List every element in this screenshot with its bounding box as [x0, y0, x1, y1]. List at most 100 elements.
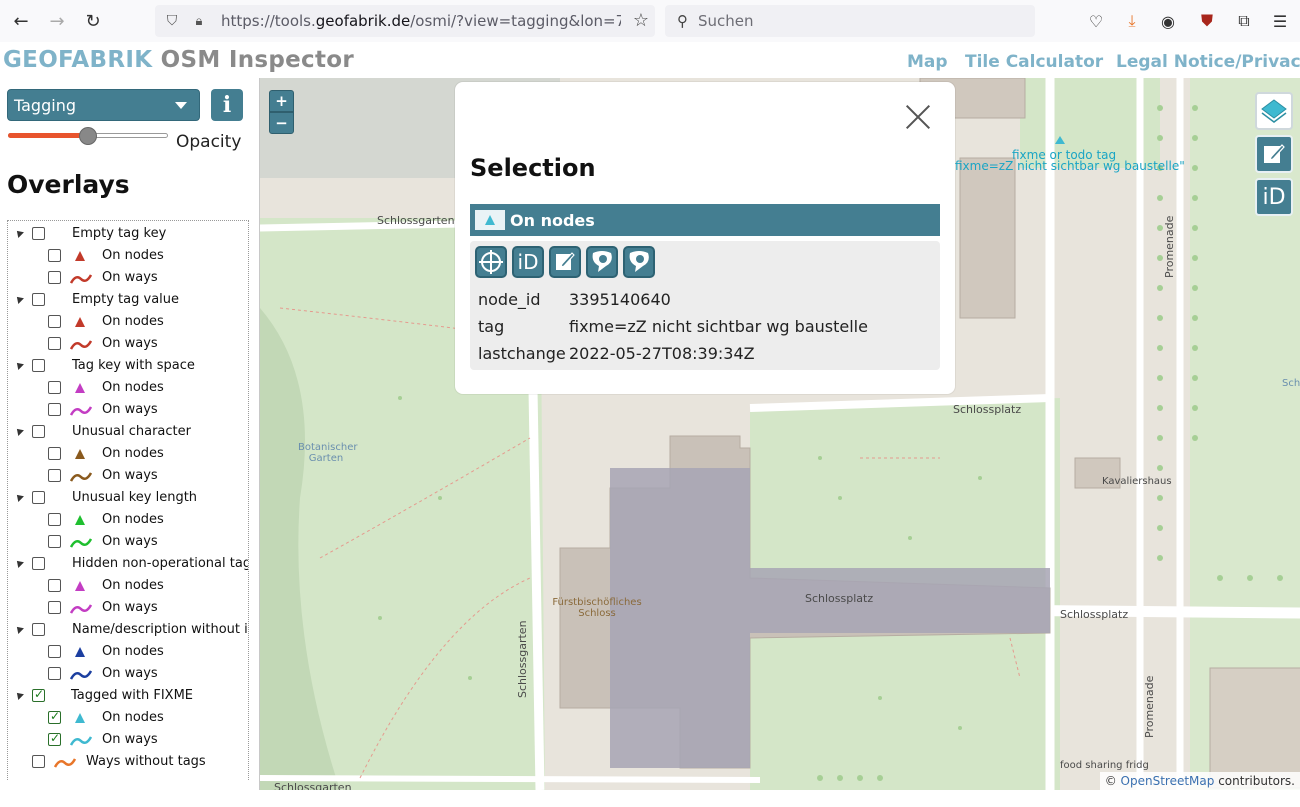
overlay-item-checkbox[interactable] — [32, 755, 45, 768]
back-icon[interactable]: ← — [7, 7, 35, 35]
overlay-nodes-item: On nodes — [8, 509, 248, 531]
chevron-down-icon[interactable] — [14, 690, 24, 700]
shield-icon[interactable]: ⛉ — [163, 13, 181, 29]
node-triangle-icon — [75, 713, 85, 723]
url-bar[interactable]: ⛉ 🔒︎ https://tools.geofabrik.de/osmi/?vi… — [155, 5, 655, 37]
overlay-group-checkbox[interactable] — [32, 425, 45, 438]
edit-josm-button[interactable] — [1255, 135, 1293, 173]
overlay-ways-checkbox[interactable] — [48, 667, 61, 680]
overlay-ways-checkbox[interactable] — [48, 271, 61, 284]
account-icon[interactable]: ◉ — [1157, 10, 1179, 32]
overlay-group-checkbox[interactable] — [32, 227, 45, 240]
node-triangle-icon — [75, 317, 85, 327]
chevron-down-icon[interactable] — [14, 360, 24, 370]
note-icon — [629, 251, 649, 272]
map-label: Promenade — [1163, 215, 1176, 278]
node-triangle-icon — [75, 251, 85, 261]
edit-icon — [1264, 144, 1285, 163]
nav-link-tile-calculator[interactable]: Tile Calculator — [965, 52, 1103, 72]
overlay-ways-checkbox[interactable] — [48, 403, 61, 416]
map-label: Fürstbischöfliches Schloss — [552, 597, 642, 619]
chevron-down-icon[interactable] — [14, 492, 24, 502]
layers-icon — [1261, 99, 1287, 123]
brand-logo[interactable]: GEOFABRIK OSM Inspector — [3, 47, 354, 73]
overlay-ways-checkbox[interactable] — [48, 731, 61, 746]
openstreetmap-link[interactable]: OpenStreetMap — [1121, 774, 1215, 788]
overlay-nodes-checkbox[interactable] — [48, 709, 61, 724]
overlay-ways-checkbox[interactable] — [48, 337, 61, 350]
overlay-group-label: Unusual key length — [72, 490, 198, 505]
chevron-down-icon[interactable] — [14, 558, 24, 568]
note-button-1[interactable] — [586, 246, 618, 278]
zoom-out-button[interactable]: − — [269, 112, 294, 134]
reload-icon[interactable]: ↻ — [79, 7, 107, 35]
nav-link-map[interactable]: Map — [907, 52, 948, 72]
map-label: Schlossgarten — [516, 620, 529, 698]
overlay-group-label: Empty tag value — [72, 292, 180, 307]
overlay-nodes-checkbox[interactable] — [48, 315, 61, 328]
edit-josm-action-button[interactable] — [549, 246, 581, 278]
overlay-nodes-label: On nodes — [102, 710, 164, 725]
overlay-group-checkbox[interactable] — [32, 293, 45, 306]
overlay-ways-label: On ways — [102, 336, 158, 351]
overlay-group-checkbox[interactable] — [32, 557, 45, 570]
browser-toolbar: ← → ↻ ⛉ 🔒︎ https://tools.geofabrik.de/os… — [0, 0, 1300, 42]
overlay-item: Ways without tags — [8, 751, 248, 773]
slider-thumb[interactable] — [79, 127, 97, 145]
zoom-in-button[interactable]: + — [269, 90, 294, 112]
overlay-group: Tag key with space — [8, 355, 248, 377]
view-select[interactable]: Tagging — [7, 89, 200, 121]
close-icon[interactable] — [903, 102, 933, 132]
overlay-nodes-checkbox[interactable] — [48, 249, 61, 262]
overlay-nodes-checkbox[interactable] — [48, 579, 61, 592]
overlay-group-checkbox[interactable] — [32, 491, 45, 504]
overlay-nodes-checkbox[interactable] — [48, 381, 61, 394]
overlay-nodes-item: On nodes — [8, 311, 248, 333]
overlay-group-checkbox[interactable] — [32, 687, 45, 702]
way-line-icon — [70, 538, 92, 548]
download-icon[interactable]: ⤓ — [1121, 10, 1143, 32]
edit-id-button[interactable]: iD — [1255, 178, 1293, 216]
opacity-slider[interactable] — [8, 127, 170, 145]
ublock-icon[interactable]: ⛊ — [1196, 10, 1218, 32]
browser-search-input[interactable]: ⚲ Suchen — [665, 5, 1035, 37]
overlay-group: Empty tag key — [8, 223, 248, 245]
overlay-ways-checkbox[interactable] — [48, 469, 61, 482]
overlay-ways-label: On ways — [102, 666, 158, 681]
pocket-icon[interactable]: ♡ — [1085, 10, 1107, 32]
edit-id-action-button[interactable]: iD — [512, 246, 544, 278]
chevron-down-icon[interactable] — [14, 294, 24, 304]
zoom-to-button[interactable] — [475, 246, 507, 278]
overlay-group: Unusual character — [8, 421, 248, 443]
overlay-ways-checkbox[interactable] — [48, 601, 61, 614]
overlay-ways-item: On ways — [8, 729, 248, 751]
overlay-group-checkbox[interactable] — [32, 623, 45, 636]
overlay-group-label: Unusual character — [72, 424, 191, 439]
selection-section-header: On nodes — [470, 204, 940, 236]
extensions-icon[interactable]: ⧉ — [1233, 10, 1255, 32]
chevron-down-icon[interactable] — [14, 426, 24, 436]
chevron-down-icon[interactable] — [14, 624, 24, 634]
overlay-nodes-checkbox[interactable] — [48, 645, 61, 658]
overlay-nodes-checkbox[interactable] — [48, 447, 61, 460]
bookmark-star-icon[interactable]: ☆ — [633, 10, 649, 31]
overlay-nodes-checkbox[interactable] — [48, 513, 61, 526]
overlay-ways-item: On ways — [8, 399, 248, 421]
overlay-nodes-item: On nodes — [8, 641, 248, 663]
overlay-ways-checkbox[interactable] — [48, 535, 61, 548]
node-triangle-icon — [75, 449, 85, 459]
overlay-ways-label: On ways — [102, 468, 158, 483]
lock-icon[interactable]: 🔒︎ — [191, 14, 207, 29]
chevron-down-icon[interactable] — [14, 228, 24, 238]
layers-button[interactable] — [1255, 92, 1293, 130]
note-button-2[interactable] — [623, 246, 655, 278]
forward-icon[interactable]: → — [43, 7, 71, 35]
info-button[interactable]: i — [211, 89, 243, 121]
nav-link-legal-notice[interactable]: Legal Notice/Privacy — [1116, 52, 1300, 72]
menu-icon[interactable]: ☰ — [1269, 10, 1291, 32]
url-text[interactable]: https://tools.geofabrik.de/osmi/?view=ta… — [221, 12, 621, 30]
overlay-group-checkbox[interactable] — [32, 359, 45, 372]
overlay-ways-label: On ways — [102, 534, 158, 549]
overlay-nodes-label: On nodes — [102, 248, 164, 263]
selection-modal: Selection On nodes iD node_id 3395140640… — [455, 82, 955, 394]
